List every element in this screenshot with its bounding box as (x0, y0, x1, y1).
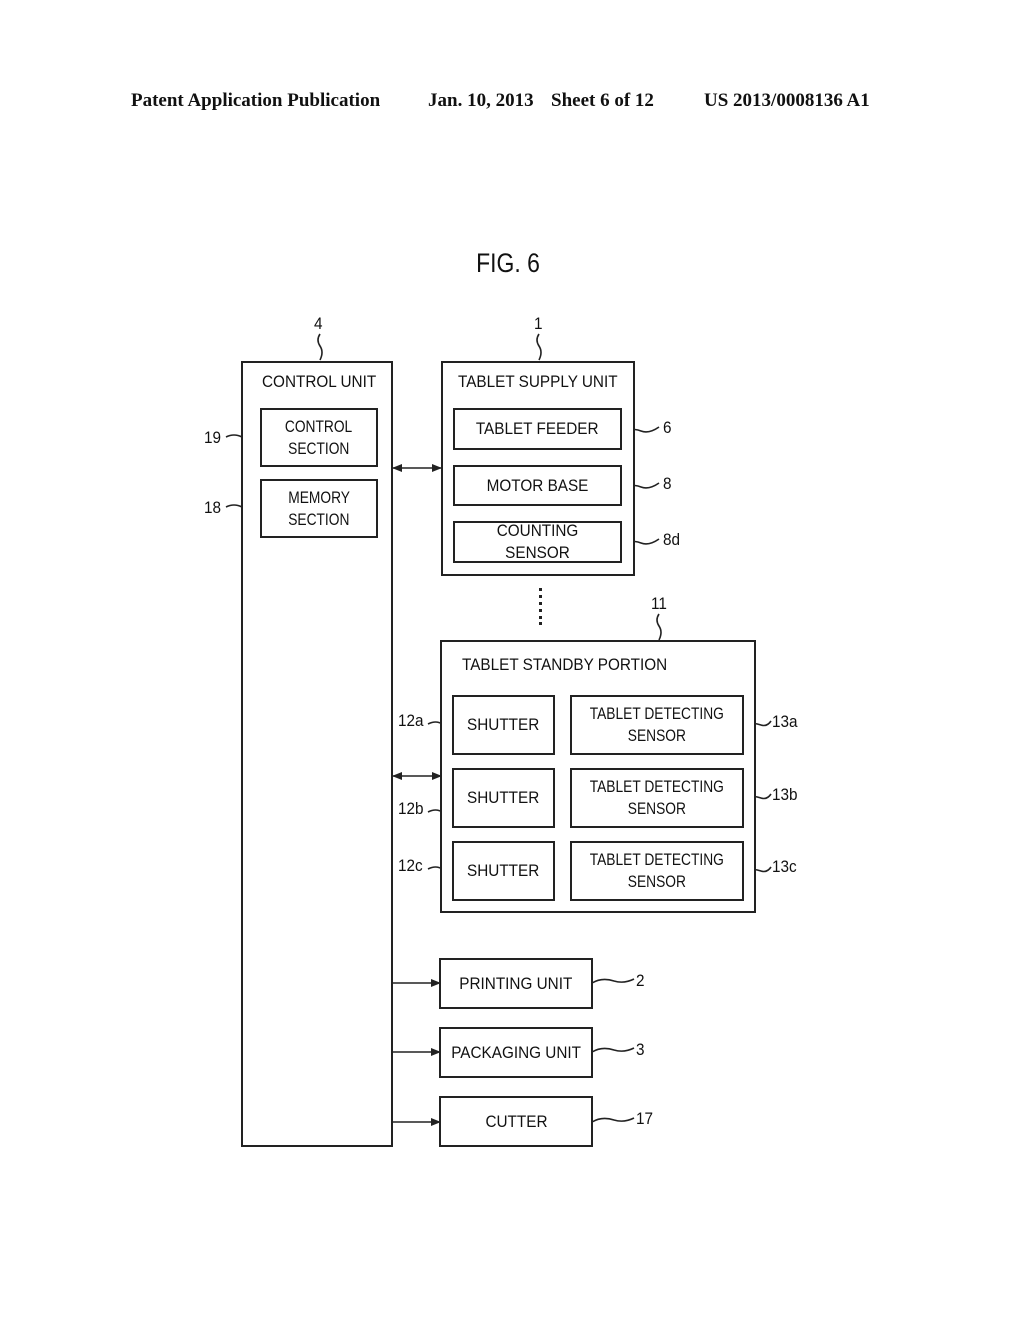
ref-shutter-a: 12a (398, 711, 424, 730)
tablet-detecting-sensor-box-b: TABLET DETECTING SENSOR (570, 768, 744, 828)
continuation-dots (539, 588, 542, 625)
control-unit-title: CONTROL UNIT (262, 372, 377, 391)
tablet-detecting-sensor-box-a: TABLET DETECTING SENSOR (570, 695, 744, 755)
tablet-feeder-label: TABLET FEEDER (476, 419, 599, 438)
shutter-box-b: SHUTTER (452, 768, 555, 828)
tablet-feeder-box: TABLET FEEDER (453, 408, 622, 450)
tablet-detecting-sensor-label: TABLET DETECTING SENSOR (589, 777, 725, 818)
motor-base-box: MOTOR BASE (453, 465, 622, 506)
ref-counting-sensor: 8d (663, 530, 681, 549)
shutter-label: SHUTTER (467, 788, 540, 807)
leader-17 (591, 1117, 635, 1123)
leader-3 (591, 1047, 635, 1053)
ref-printing-unit: 2 (636, 971, 645, 990)
leader-1 (536, 333, 542, 361)
control-section-label: CONTROL SECTION (285, 416, 353, 458)
shutter-box-a: SHUTTER (452, 695, 555, 755)
ref-control-unit: 4 (314, 314, 323, 333)
ref-sensor-b: 13b (772, 785, 798, 804)
cutter-box: CUTTER (439, 1096, 593, 1147)
ref-tablet-supply-unit: 1 (534, 314, 543, 333)
leader-2 (591, 978, 635, 984)
ref-tablet-standby-portion: 11 (651, 594, 667, 613)
cutter-label: CUTTER (484, 1111, 548, 1131)
tablet-supply-unit-title: TABLET SUPPLY UNIT (458, 372, 618, 391)
counting-sensor-box: COUNTING SENSOR (453, 521, 622, 563)
tablet-detecting-sensor-label: TABLET DETECTING SENSOR (589, 850, 725, 891)
ref-cutter: 17 (636, 1109, 654, 1128)
ref-control-section: 19 (204, 428, 222, 447)
counting-sensor-label: COUNTING SENSOR (496, 521, 579, 562)
ref-sensor-a: 13a (772, 712, 798, 731)
shutter-label: SHUTTER (467, 715, 540, 734)
packaging-unit-label: PACKAGING UNIT (451, 1042, 581, 1062)
ref-memory-section: 18 (204, 498, 222, 517)
memory-section-box: MEMORY SECTION (260, 479, 378, 538)
motor-base-label: MOTOR BASE (486, 475, 589, 495)
packaging-unit-box: PACKAGING UNIT (439, 1027, 593, 1078)
tablet-detecting-sensor-box-c: TABLET DETECTING SENSOR (570, 841, 744, 901)
shutter-box-c: SHUTTER (452, 841, 555, 901)
ref-shutter-b: 12b (398, 799, 424, 818)
memory-section-label: MEMORY SECTION (288, 487, 350, 529)
ref-shutter-c: 12c (398, 856, 423, 875)
leader-4 (317, 333, 323, 361)
tablet-detecting-sensor-label: TABLET DETECTING SENSOR (589, 704, 725, 745)
ref-tablet-feeder: 6 (663, 418, 672, 437)
printing-unit-box: PRINTING UNIT (439, 958, 593, 1009)
printing-unit-label: PRINTING UNIT (459, 973, 573, 993)
leader-11 (656, 613, 662, 641)
ref-motor-base: 8 (663, 474, 672, 493)
tablet-standby-portion-title: TABLET STANDBY PORTION (462, 655, 668, 674)
ref-packaging-unit: 3 (636, 1040, 645, 1059)
control-section-box: CONTROL SECTION (260, 408, 378, 467)
shutter-label: SHUTTER (467, 861, 540, 880)
ref-sensor-c: 13c (772, 857, 797, 876)
